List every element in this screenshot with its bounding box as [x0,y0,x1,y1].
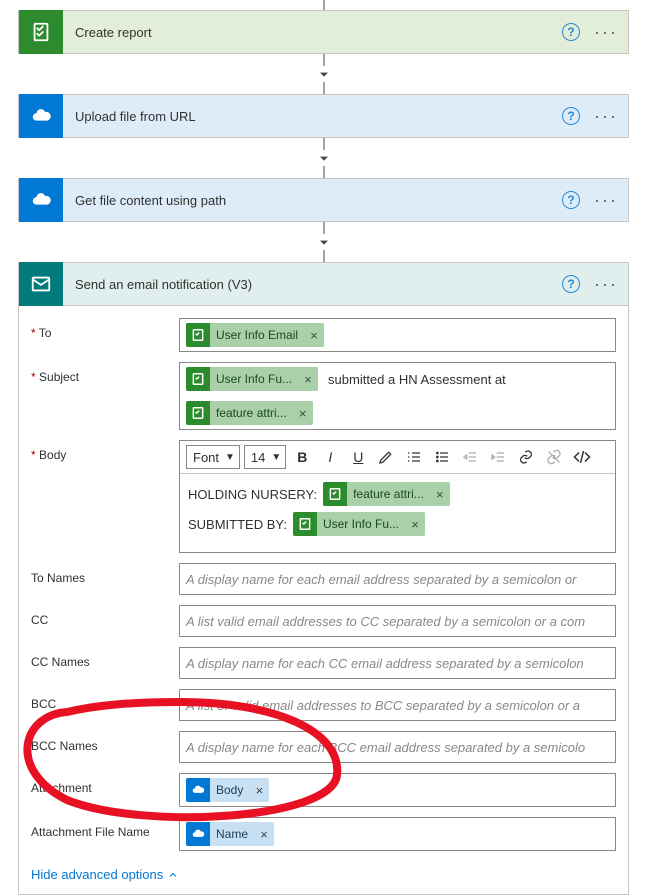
label-ccnames: CC Names [31,647,179,669]
italic-icon[interactable]: I [318,445,342,469]
tonames-input[interactable]: A display name for each email address se… [179,563,616,595]
more-icon[interactable]: ··· [594,274,618,295]
arrow-down-icon [316,66,332,82]
token-user-fullname[interactable]: User Info Fu... × [293,512,425,536]
body-text-holding: HOLDING NURSERY: [188,487,317,502]
numbered-list-icon[interactable] [402,445,426,469]
token-onedrive-body[interactable]: Body × [186,778,269,802]
help-icon[interactable]: ? [562,107,580,125]
cc-input[interactable]: A list valid email addresses to CC separ… [179,605,616,637]
body-editor[interactable]: Font▼ 14▼ B I U [179,440,616,553]
action-card-send-email[interactable]: Send an email notification (V3) ? ··· [18,262,629,306]
attachment-filename-input[interactable]: Name × [179,817,616,851]
subject-static-text: submitted a HN Assessment at [328,372,506,387]
token-onedrive-name[interactable]: Name × [186,822,274,846]
label-to: To [31,318,179,340]
label-attachfile: Attachment File Name [31,817,179,839]
hide-advanced-link[interactable]: Hide advanced options [31,861,179,888]
bcc-input[interactable]: A list of valid email addresses to BCC s… [179,689,616,721]
token-remove-icon[interactable]: × [293,401,313,425]
bccnames-input[interactable]: A display name for each BCC email addres… [179,731,616,763]
underline-icon[interactable]: U [346,445,370,469]
rich-text-toolbar: Font▼ 14▼ B I U [180,441,615,474]
unlink-icon[interactable] [542,445,566,469]
onedrive-icon [19,94,63,138]
label-subject: Subject [31,362,179,384]
token-user-email[interactable]: User Info Email × [186,323,324,347]
token-feature-attr[interactable]: feature attri... × [323,482,450,506]
label-body: Body [31,440,179,462]
token-remove-icon[interactable]: × [405,512,425,536]
token-user-fullname[interactable]: User Info Fu... × [186,367,318,391]
action-title: Send an email notification (V3) [63,277,562,292]
code-view-icon[interactable] [570,445,594,469]
label-bcc: BCC [31,689,179,711]
action-title: Get file content using path [63,193,562,208]
label-attachment: Attachment [31,773,179,795]
onedrive-icon [19,178,63,222]
indent-icon[interactable] [486,445,510,469]
more-icon[interactable]: ··· [594,190,618,211]
ccnames-input[interactable]: A display name for each CC email address… [179,647,616,679]
token-remove-icon[interactable]: × [298,367,318,391]
token-remove-icon[interactable]: × [249,778,269,802]
arrow-down-icon [316,234,332,250]
subject-input[interactable]: User Info Fu... × submitted a HN Assessm… [179,362,616,430]
arrow-down-icon [316,150,332,166]
fontsize-select[interactable]: 14▼ [244,445,286,469]
to-input[interactable]: User Info Email × [179,318,616,352]
token-remove-icon[interactable]: × [430,482,450,506]
help-icon[interactable]: ? [562,275,580,293]
action-card-get-file[interactable]: Get file content using path ? ··· [18,178,629,222]
outdent-icon[interactable] [458,445,482,469]
color-picker-icon[interactable] [374,445,398,469]
font-select[interactable]: Font▼ [186,445,240,469]
help-icon[interactable]: ? [562,23,580,41]
bold-icon[interactable]: B [290,445,314,469]
help-icon[interactable]: ? [562,191,580,209]
action-title: Create report [63,25,562,40]
token-remove-icon[interactable]: × [254,822,274,846]
link-icon[interactable] [514,445,538,469]
label-tonames: To Names [31,563,179,585]
chevron-up-icon [167,869,179,881]
token-remove-icon[interactable]: × [304,323,324,347]
email-panel: To User Info Email × Subject User I [18,306,629,895]
survey-icon [19,10,63,54]
more-icon[interactable]: ··· [594,22,618,43]
label-bccnames: BCC Names [31,731,179,753]
bullet-list-icon[interactable] [430,445,454,469]
action-card-create-report[interactable]: Create report ? ··· [18,10,629,54]
more-icon[interactable]: ··· [594,106,618,127]
action-card-upload-file[interactable]: Upload file from URL ? ··· [18,94,629,138]
action-title: Upload file from URL [63,109,562,124]
label-cc: CC [31,605,179,627]
mail-icon [19,262,63,306]
token-feature-attr[interactable]: feature attri... × [186,401,313,425]
body-text-submitted: SUBMITTED BY: [188,517,287,532]
attachment-input[interactable]: Body × [179,773,616,807]
